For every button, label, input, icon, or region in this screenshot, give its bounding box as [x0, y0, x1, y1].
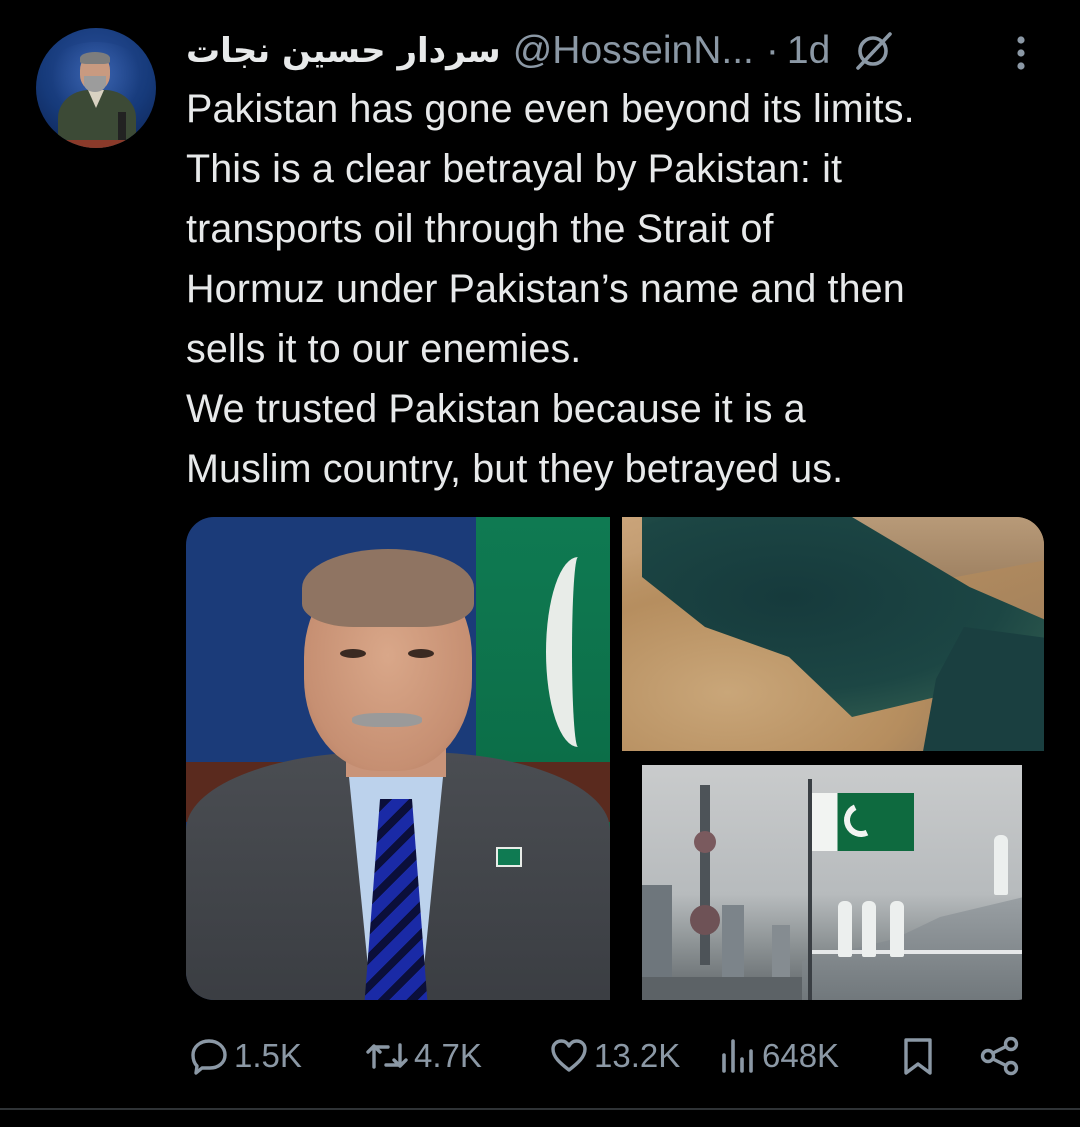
reply-count: 1.5K [234, 1037, 302, 1074]
tv-tower [700, 785, 710, 965]
like-button[interactable]: 13.2K [548, 1028, 680, 1084]
reply-icon [191, 1039, 227, 1075]
grok-icon[interactable] [852, 30, 894, 72]
tweet: سردار حسین نجات @HosseinN... · 1d Pakist… [0, 0, 1080, 1127]
right-eye [408, 649, 434, 658]
left-eye [340, 649, 366, 658]
tweet-text-line: This is a clear betrayal by Pakistan: it [186, 147, 843, 191]
media-photo-ship-flag[interactable] [642, 765, 1022, 1000]
tweet-header: سردار حسین نجات @HosseinN... · 1d [186, 28, 894, 74]
bookmark-icon [904, 1038, 932, 1075]
more-vertical-icon[interactable] [1004, 34, 1038, 72]
sailor [994, 835, 1008, 895]
media-photo-satellite-map[interactable] [622, 517, 1044, 751]
display-name[interactable]: سردار حسین نجات [186, 31, 501, 71]
avatar-microphone [118, 112, 126, 142]
avatar-podium [46, 140, 146, 148]
repost-count: 4.7K [414, 1037, 482, 1074]
heart-icon [551, 1039, 587, 1072]
bookmark-button[interactable] [898, 1028, 938, 1084]
flag-pin [496, 847, 522, 867]
tweet-text-line: We trusted Pakistan because it is a [186, 387, 806, 431]
tweet-text-line: Pakistan has gone even beyond its limits… [186, 87, 915, 131]
sailor [838, 901, 852, 957]
share-button[interactable] [978, 1028, 1022, 1084]
timestamp[interactable]: 1d [787, 29, 830, 73]
like-count: 13.2K [594, 1037, 681, 1074]
flag-stripe [546, 557, 610, 747]
sailor [890, 901, 904, 957]
sailor [862, 901, 876, 957]
tweet-text-line: sells it to our enemies. [186, 327, 582, 371]
tweet-text-line: transports oil through the Strait of [186, 207, 774, 251]
views-count: 648K [762, 1037, 840, 1074]
media-photo-portrait[interactable] [186, 517, 610, 1000]
divider [0, 1108, 1080, 1110]
tweet-text-line: Muslim country, but they betrayed us. [186, 447, 844, 491]
repost-button[interactable]: 4.7K [364, 1028, 482, 1084]
tower-sphere [694, 831, 716, 853]
tweet-text: Pakistan has gone even beyond its limits… [186, 79, 1056, 499]
share-icon [980, 1036, 1019, 1076]
avatar-hair [80, 52, 110, 64]
mustache [352, 713, 422, 727]
views-icon [722, 1039, 753, 1073]
ship-hull [802, 895, 1022, 1000]
media-grid [186, 517, 1044, 1000]
avatar-beard [84, 76, 106, 92]
tweet-text-line: Hormuz under Pakistan’s name and then [186, 267, 905, 311]
views-button[interactable]: 648K [718, 1028, 839, 1084]
reply-button[interactable]: 1.5K [188, 1028, 302, 1084]
tower-sphere [690, 905, 720, 935]
hair [302, 549, 474, 627]
repost-icon [366, 1043, 408, 1069]
action-bar: 1.5K 4.7K 13.2K 648K [186, 1028, 1046, 1084]
separator-dot: · [765, 29, 779, 72]
user-handle[interactable]: @HosseinN... [513, 29, 754, 73]
avatar[interactable] [36, 28, 156, 148]
